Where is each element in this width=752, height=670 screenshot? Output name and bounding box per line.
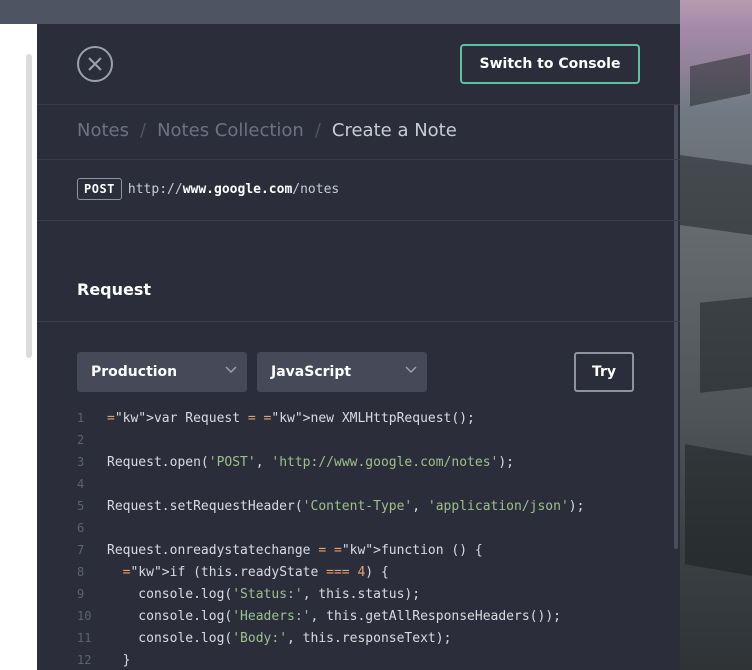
line-number: 10	[77, 609, 92, 623]
code-line: 1 ="kw">var Request = ="kw">new XMLHttpRe…	[77, 411, 647, 433]
breadcrumb-notes[interactable]: Notes	[77, 120, 129, 141]
code-line: 3 Request.open('POST', 'http://www.google…	[77, 455, 647, 477]
endpoint-url: http://www.google.com/notes	[127, 181, 340, 197]
code-text: console.log('Body:', this.responseText);	[107, 631, 452, 646]
line-number: 4	[77, 477, 85, 491]
line-number: 2	[77, 433, 85, 447]
request-section-title: Request	[77, 280, 152, 299]
line-number: 9	[77, 587, 85, 601]
line-number: 11	[77, 631, 92, 645]
language-select[interactable]: JavaScript	[257, 352, 427, 392]
code-line: 5 Request.setRequestHeader('Content-Type'…	[77, 499, 647, 521]
line-number: 5	[77, 499, 85, 513]
code-line: 8 ="kw">if (this.readyState === 4) {	[77, 565, 647, 587]
code-text: ="kw">var Request = ="kw">new XMLHttpReq…	[107, 411, 475, 426]
code-line: 12 }	[77, 653, 647, 670]
endpoint: POST http://www.google.com/notes	[77, 178, 339, 200]
language-select-value: JavaScript	[271, 364, 352, 380]
divider	[37, 321, 680, 322]
breadcrumb-separator: /	[314, 120, 321, 141]
divider	[37, 220, 680, 221]
breadcrumb-separator: /	[140, 120, 147, 141]
code-text: console.log('Headers:', this.getAllRespo…	[107, 609, 561, 624]
code-line: 11 console.log('Body:', this.responseTex…	[77, 631, 647, 653]
code-line: 2	[77, 433, 647, 455]
line-number: 6	[77, 521, 85, 535]
breadcrumb: Notes / Notes Collection / Create a Note	[77, 120, 457, 141]
line-number: 1	[77, 411, 85, 425]
code-sample: 1 ="kw">var Request = ="kw">new XMLHttpRe…	[77, 411, 647, 670]
desktop-wallpaper	[680, 0, 752, 670]
code-text: }	[107, 653, 131, 668]
code-line: 9 console.log('Status:', this.status);	[77, 587, 647, 609]
code-line: 10 console.log('Headers:', this.getAllRe…	[77, 609, 647, 631]
line-number: 8	[77, 565, 85, 579]
divider	[37, 104, 680, 105]
background-page	[0, 24, 37, 670]
code-text: Request.onreadystatechange = ="kw">funct…	[107, 543, 483, 558]
environment-select[interactable]: Production	[77, 352, 247, 392]
breadcrumb-notes-collection[interactable]: Notes Collection	[157, 120, 304, 141]
line-number: 3	[77, 455, 85, 469]
code-line: 7 Request.onreadystatechange = ="kw">func…	[77, 543, 647, 565]
try-button[interactable]: Try	[574, 352, 634, 392]
code-text: Request.setRequestHeader('Content-Type',…	[107, 499, 585, 514]
environment-select-value: Production	[91, 364, 178, 380]
line-number: 12	[77, 653, 92, 667]
close-icon	[88, 57, 102, 71]
divider	[37, 159, 680, 160]
panel-scrollbar[interactable]	[674, 104, 678, 549]
breadcrumb-current: Create a Note	[331, 120, 457, 141]
line-number: 7	[77, 543, 85, 557]
chevron-down-icon	[225, 366, 237, 374]
code-line: 6	[77, 521, 647, 543]
code-text: console.log('Status:', this.status);	[107, 587, 421, 602]
code-text: ="kw">if (this.readyState === 4) {	[122, 565, 389, 580]
chevron-down-icon	[405, 366, 417, 374]
top-bar	[0, 0, 680, 24]
method-badge: POST	[77, 178, 122, 200]
close-button[interactable]	[77, 46, 113, 82]
request-panel: Switch to Console Notes / Notes Collecti…	[37, 24, 680, 670]
code-text: Request.open('POST', 'http://www.google.…	[107, 455, 515, 470]
background-scrollbar[interactable]	[26, 54, 32, 358]
code-line: 4	[77, 477, 647, 499]
switch-to-console-button[interactable]: Switch to Console	[460, 44, 640, 84]
